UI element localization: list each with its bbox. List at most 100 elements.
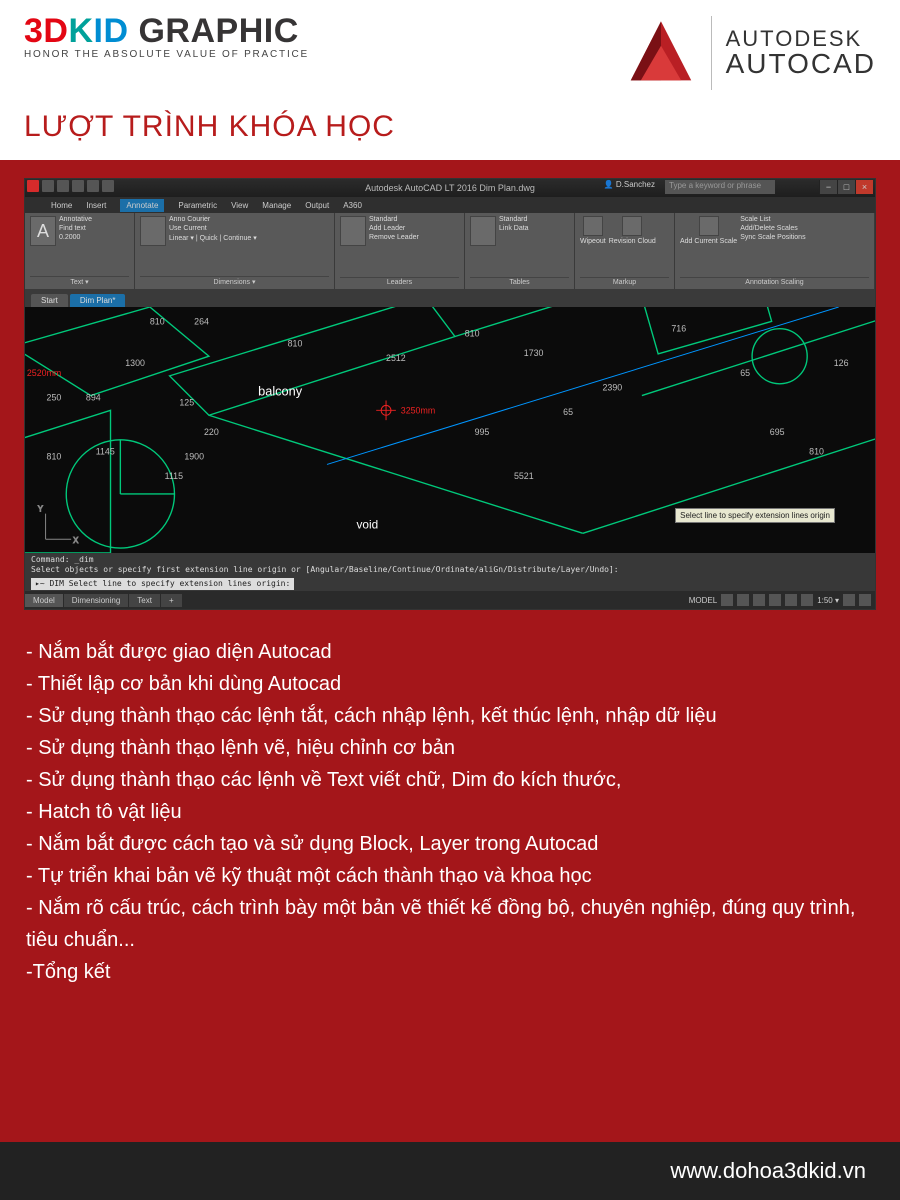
qat-save-icon[interactable]: [72, 180, 84, 192]
ribbon-panel-annoscale: Add Current Scale Scale List Add/Delete …: [675, 213, 875, 289]
brand-part-3d: 3D: [24, 12, 68, 50]
tab-insert[interactable]: Insert: [86, 201, 106, 210]
user-badge[interactable]: 👤 D.Sanchez: [604, 180, 655, 189]
link-data-button[interactable]: Link Data: [499, 225, 529, 232]
website-link[interactable]: www.dohoa3dkid.vn: [670, 1158, 866, 1184]
list-item: - Nắm bắt được giao diện Autocad: [26, 636, 874, 668]
svg-text:X: X: [73, 536, 79, 545]
revcloud-label: Revision Cloud: [609, 238, 656, 245]
app-menu-icon[interactable]: [27, 180, 39, 192]
product-line1: AUTODESK: [726, 28, 876, 50]
tab-layout-1[interactable]: Dimensioning: [64, 594, 128, 607]
leader-style-dropdown[interactable]: Standard: [369, 216, 419, 223]
doc-tab-dimplan[interactable]: Dim Plan*: [70, 294, 126, 307]
svg-text:3250mm: 3250mm: [401, 405, 435, 415]
svg-text:125: 125: [179, 397, 194, 407]
grid-toggle-icon[interactable]: [721, 594, 733, 606]
svg-text:810: 810: [809, 447, 824, 457]
qat-redo-icon[interactable]: [102, 180, 114, 192]
add-delete-scales-button[interactable]: Add/Delete Scales: [740, 225, 805, 232]
continue-button[interactable]: Continue ▾: [223, 235, 256, 242]
qat-undo-icon[interactable]: [87, 180, 99, 192]
close-button[interactable]: ×: [855, 180, 873, 194]
svg-text:65: 65: [563, 407, 573, 417]
find-text-button[interactable]: Find text: [59, 225, 92, 232]
command-line[interactable]: Command: _dim Select objects or specify …: [25, 553, 875, 591]
dimension-button[interactable]: [140, 216, 166, 246]
clean-screen-icon[interactable]: [859, 594, 871, 606]
layout-tabs: Model Dimensioning Text +: [25, 594, 182, 607]
ortho-toggle-icon[interactable]: [753, 594, 765, 606]
cmd-prompt[interactable]: ▸~ DIM Select line to specify extension …: [31, 578, 294, 590]
table-button[interactable]: [470, 216, 496, 246]
snap-toggle-icon[interactable]: [737, 594, 749, 606]
revision-cloud-button[interactable]: [622, 216, 642, 236]
product-text: AUTODESK AUTOCAD: [726, 28, 876, 78]
linear-button[interactable]: Linear ▾: [169, 235, 194, 242]
add-scale-button[interactable]: [699, 216, 719, 236]
status-bar: Model Dimensioning Text + MODEL 1:50 ▾: [25, 591, 875, 609]
list-item: - Sử dụng thành thạo lệnh vẽ, hiệu chỉnh…: [26, 732, 874, 764]
ribbon-panel-text: A Annotative Find text 0.2000 Text ▾: [25, 213, 135, 289]
quick-access-toolbar[interactable]: [27, 180, 114, 192]
window-title: Autodesk AutoCAD LT 2016 Dim Plan.dwg: [365, 183, 535, 193]
brand-part-k: K: [68, 12, 93, 50]
svg-text:220: 220: [204, 427, 219, 437]
drawing-canvas[interactable]: 810 264 810 2512 810 250 894 1300 125 11…: [25, 307, 875, 553]
sync-scale-button[interactable]: Sync Scale Positions: [740, 234, 805, 241]
svg-text:810: 810: [288, 338, 303, 348]
panel-label-leaders[interactable]: Leaders: [340, 277, 459, 286]
qat-open-icon[interactable]: [57, 180, 69, 192]
page-footer: www.dohoa3dkid.vn: [0, 1142, 900, 1200]
tab-model[interactable]: Model: [25, 594, 63, 607]
tab-add-layout[interactable]: +: [161, 594, 182, 607]
dim-layer-dropdown[interactable]: Use Current: [169, 225, 257, 232]
dim-style-dropdown[interactable]: Anno Courier: [169, 216, 257, 223]
panel-label-markup[interactable]: Markup: [580, 277, 669, 286]
list-item: - Tự triển khai bản vẽ kỹ thuật một cách…: [26, 860, 874, 892]
svg-text:264: 264: [194, 317, 209, 327]
text-style-dropdown[interactable]: Annotative: [59, 216, 92, 223]
tab-output[interactable]: Output: [305, 201, 329, 210]
tab-home[interactable]: Home: [51, 201, 72, 210]
help-search-input[interactable]: Type a keyword or phrase: [665, 180, 775, 194]
tab-layout-2[interactable]: Text: [129, 594, 160, 607]
status-model-label[interactable]: MODEL: [689, 596, 717, 605]
table-style-dropdown[interactable]: Standard: [499, 216, 529, 223]
maximize-button[interactable]: □: [837, 180, 855, 194]
svg-text:2512: 2512: [386, 353, 406, 363]
scale-list-button[interactable]: Scale List: [740, 216, 805, 223]
minimize-button[interactable]: −: [819, 180, 837, 194]
lineweight-toggle-icon[interactable]: [801, 594, 813, 606]
panel-label-tables[interactable]: Tables: [470, 277, 569, 286]
wipeout-button[interactable]: [583, 216, 603, 236]
tab-a360[interactable]: A360: [343, 201, 362, 210]
label-balcony: balcony: [258, 384, 303, 399]
list-item: - Hatch tô vật liệu: [26, 796, 874, 828]
multiline-text-button[interactable]: A: [30, 216, 56, 246]
panel-label-annoscale[interactable]: Annotation Scaling: [680, 277, 869, 286]
text-height-input[interactable]: 0.2000: [59, 234, 92, 241]
polar-toggle-icon[interactable]: [769, 594, 781, 606]
panel-label-text[interactable]: Text ▾: [30, 276, 129, 286]
divider: [711, 16, 712, 90]
qat-new-icon[interactable]: [42, 180, 54, 192]
tab-view[interactable]: View: [231, 201, 248, 210]
list-item: -Tổng kết: [26, 956, 874, 988]
workspace-icon[interactable]: [843, 594, 855, 606]
doc-tab-start[interactable]: Start: [31, 294, 68, 307]
quick-button[interactable]: Quick: [200, 235, 218, 242]
tab-manage[interactable]: Manage: [262, 201, 291, 210]
multileader-button[interactable]: [340, 216, 366, 246]
tab-parametric[interactable]: Parametric: [178, 201, 217, 210]
product-line2: AUTOCAD: [726, 50, 876, 78]
tab-annotate[interactable]: Annotate: [120, 199, 164, 212]
remove-leader-button[interactable]: Remove Leader: [369, 234, 419, 241]
add-scale-label: Add Current Scale: [680, 238, 737, 245]
annotation-scale-dropdown[interactable]: 1:50 ▾: [817, 596, 839, 605]
osnap-toggle-icon[interactable]: [785, 594, 797, 606]
panel-label-dimensions[interactable]: Dimensions ▾: [140, 276, 329, 286]
add-leader-button[interactable]: Add Leader: [369, 225, 419, 232]
svg-text:2390: 2390: [603, 383, 623, 393]
course-outline: - Nắm bắt được giao diện Autocad - Thiết…: [24, 636, 876, 988]
